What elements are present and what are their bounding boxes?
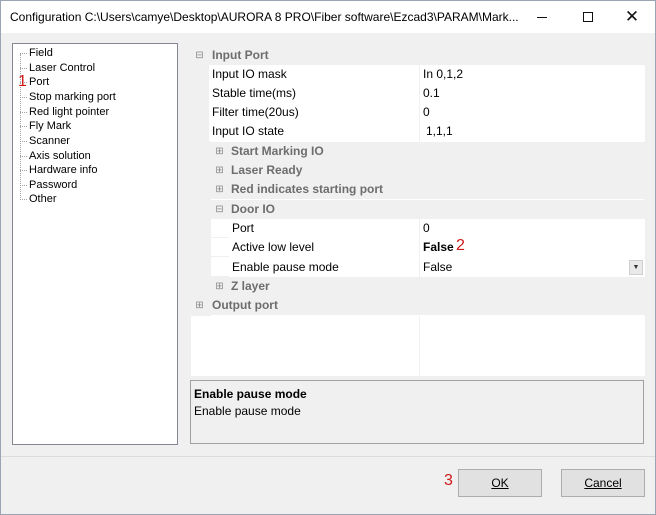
tree-item-field[interactable]: Field: [20, 46, 53, 60]
configuration-dialog: Configuration C:\Users\camye\Desktop\AUR…: [0, 0, 656, 515]
close-button[interactable]: ✕: [609, 1, 655, 33]
prop-door-port[interactable]: Port 0: [191, 219, 645, 238]
tree-item-other[interactable]: Other: [20, 192, 57, 206]
tree-item-fly-mark[interactable]: Fly Mark: [20, 119, 71, 133]
dropdown-arrow-icon[interactable]: ▼: [629, 260, 643, 275]
prop-enable-pause-mode[interactable]: Enable pause mode False ▼: [191, 258, 645, 277]
description-title: Enable pause mode: [194, 387, 307, 401]
cancel-label: Cancel: [584, 476, 622, 490]
tree-item-hardware-info[interactable]: Hardware info: [20, 163, 97, 177]
expand-icon[interactable]: ⊞: [215, 147, 224, 157]
annotation-1: 1: [18, 73, 27, 90]
expand-icon[interactable]: ⊞: [215, 185, 224, 195]
tree-item-stop-marking-port[interactable]: Stop marking port: [20, 90, 116, 104]
maximize-icon: [583, 12, 593, 22]
ok-button[interactable]: OK: [458, 469, 542, 497]
annotation-2: 2: [456, 237, 465, 254]
collapse-icon[interactable]: ⊟: [215, 205, 224, 215]
prop-value[interactable]: 0: [419, 103, 645, 122]
category-label: Red indicates starting port: [231, 182, 384, 196]
category-start-marking-io[interactable]: ⊞ Start Marking IO: [191, 142, 645, 161]
config-tree[interactable]: Field Laser Control Port Stop marking po…: [12, 43, 178, 445]
category-label: Laser Ready: [231, 163, 303, 177]
prop-name: Active low level: [229, 238, 419, 257]
dropdown-value: False: [423, 260, 453, 274]
prop-input-io-mask[interactable]: Input IO mask In 0,1,2: [191, 65, 645, 84]
grid-empty-area: [191, 316, 645, 376]
expand-icon[interactable]: ⊞: [215, 166, 224, 176]
category-input-port[interactable]: ⊟ Input Port: [191, 46, 645, 65]
prop-value[interactable]: False: [419, 238, 645, 257]
tree-item-axis-solution[interactable]: Axis solution: [20, 149, 91, 163]
prop-stable-time[interactable]: Stable time(ms) 0.1: [191, 84, 645, 103]
category-z-layer[interactable]: ⊞ Z layer: [191, 277, 645, 296]
maximize-button[interactable]: [565, 1, 611, 33]
prop-value[interactable]: 0.1: [419, 84, 645, 103]
collapse-icon[interactable]: ⊟: [195, 51, 204, 61]
prop-value[interactable]: 0: [419, 219, 645, 238]
description-text: Enable pause mode: [194, 404, 301, 418]
prop-input-io-state[interactable]: Input IO state 1,1,1: [191, 122, 645, 141]
tree-item-scanner[interactable]: Scanner: [20, 134, 70, 148]
category-label: Output port: [212, 298, 278, 312]
category-red-starting-port[interactable]: ⊞ Red indicates starting port: [191, 180, 645, 199]
minimize-button[interactable]: [519, 1, 565, 33]
cancel-button[interactable]: Cancel: [561, 469, 645, 497]
prop-name: Input IO state: [209, 122, 419, 141]
close-icon: ✕: [624, 6, 640, 27]
expand-icon[interactable]: ⊞: [195, 301, 204, 311]
tree-item-red-light-pointer[interactable]: Red light pointer: [20, 105, 109, 119]
prop-filter-time[interactable]: Filter time(20us) 0: [191, 103, 645, 122]
description-pane: Enable pause mode Enable pause mode: [190, 380, 644, 444]
prop-value[interactable]: 1,1,1: [419, 122, 645, 141]
category-laser-ready[interactable]: ⊞ Laser Ready: [191, 161, 645, 180]
category-label: Start Marking IO: [231, 144, 324, 158]
footer-separator: [1, 456, 655, 457]
prop-name: Input IO mask: [209, 65, 419, 84]
prop-active-low-level[interactable]: Active low level False: [191, 238, 645, 257]
tree-item-password[interactable]: Password: [20, 178, 77, 192]
ok-label: OK: [491, 476, 509, 490]
prop-name: Enable pause mode: [229, 258, 419, 277]
prop-name: Filter time(20us): [209, 103, 419, 122]
property-grid[interactable]: ⊟ Input Port Input IO mask In 0,1,2 Stab…: [190, 46, 645, 376]
expand-icon[interactable]: ⊞: [215, 282, 224, 292]
window-title: Configuration C:\Users\camye\Desktop\AUR…: [10, 10, 519, 24]
minimize-icon: [537, 16, 547, 18]
category-label: Door IO: [231, 202, 275, 216]
category-label: Z layer: [231, 279, 270, 293]
grid-divider: [419, 316, 420, 376]
prop-name: Stable time(ms): [209, 84, 419, 103]
prop-value[interactable]: False ▼: [419, 258, 645, 277]
annotation-3: 3: [444, 472, 453, 489]
category-label: Input Port: [212, 48, 269, 62]
title-bar[interactable]: Configuration C:\Users\camye\Desktop\AUR…: [1, 1, 655, 33]
prop-name: Port: [229, 219, 419, 238]
category-door-io[interactable]: ⊟ Door IO: [191, 200, 645, 219]
category-output-port[interactable]: ⊞ Output port: [191, 296, 645, 315]
tree-item-laser-control[interactable]: Laser Control: [20, 61, 95, 75]
prop-value[interactable]: In 0,1,2: [419, 65, 645, 84]
